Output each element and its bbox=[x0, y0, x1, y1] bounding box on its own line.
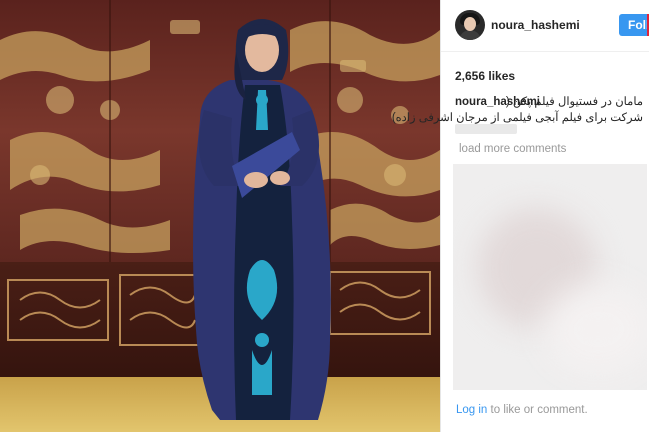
load-more-comments-link[interactable]: load more comments bbox=[459, 143, 566, 155]
follow-button[interactable]: Follow bbox=[619, 14, 649, 36]
post-header: noura_hashemi Follow bbox=[441, 0, 649, 52]
photo-illustration bbox=[0, 0, 440, 432]
likes-count[interactable]: 2,656 likes bbox=[455, 69, 515, 83]
blurred-comment bbox=[455, 124, 517, 134]
caption-text-line-1: مامان در فستیوال فیلم پکن ( bbox=[505, 96, 643, 108]
blurred-comments-area bbox=[453, 164, 647, 390]
caption-text-line-2: شرکت برای فیلم آبجی فیلمی از مرجان اشرفی… bbox=[391, 112, 643, 124]
login-link[interactable]: Log in bbox=[456, 404, 487, 416]
login-prompt: Log in to like or comment. bbox=[456, 404, 588, 416]
avatar[interactable] bbox=[455, 10, 485, 40]
username-link[interactable]: noura_hashemi bbox=[491, 18, 580, 32]
post-photo[interactable] bbox=[0, 0, 440, 432]
login-prompt-text: to like or comment. bbox=[487, 404, 588, 416]
post-side-panel: noura_hashemi Follow 2,656 likes noura_h… bbox=[392, 0, 649, 432]
